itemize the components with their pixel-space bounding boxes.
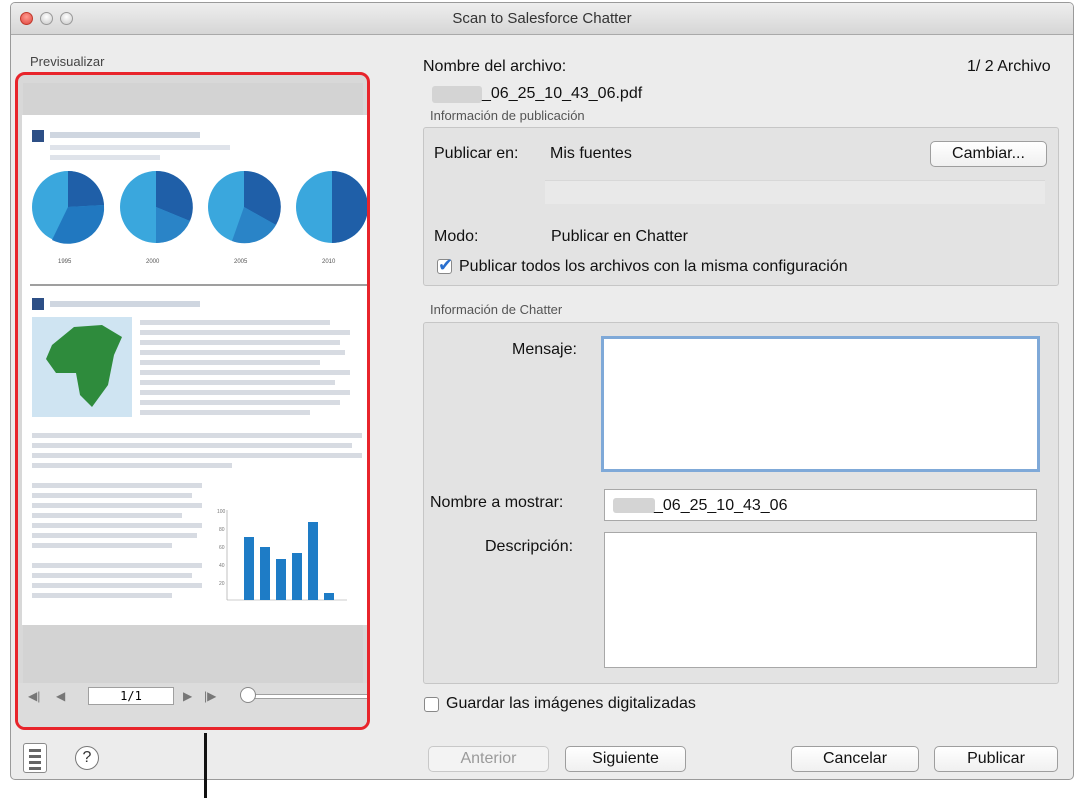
file-name-label: Nombre del archivo: [423, 58, 567, 75]
file-name-value: _06_25_10_43_06.pdf [482, 85, 643, 102]
save-images-checkbox[interactable] [424, 697, 439, 712]
pie-2000 [120, 170, 193, 244]
display-name-label: Nombre a mostrar: [430, 494, 564, 511]
previous-page-icon[interactable]: ◀ [56, 689, 65, 703]
checkmark-icon: ✔ [438, 255, 454, 275]
description-input[interactable] [604, 532, 1037, 668]
publish-in-label: Publicar en: [434, 145, 519, 162]
previous-button[interactable]: Anterior [428, 746, 549, 772]
next-button[interactable]: Siguiente [565, 746, 686, 772]
year-label-1995: 1995 [58, 259, 72, 265]
preview-callout-line [204, 733, 207, 798]
filename-redacted [432, 86, 482, 103]
preview-document-thumbnail: 1995 2000 2005 2010 100 80 60 40 20 [22, 115, 367, 625]
bar-tick-40: 40 [219, 563, 225, 569]
first-page-icon[interactable]: ◀︎| [28, 689, 40, 703]
preview-label: Previsualizar [30, 54, 105, 69]
display-name-value: _06_25_10_43_06 [654, 497, 788, 514]
year-label-2010: 2010 [322, 259, 336, 265]
cancel-button[interactable]: Cancelar [791, 746, 919, 772]
description-label: Descripción: [485, 538, 574, 555]
display-name-input[interactable]: _06_25_10_43_06 [604, 489, 1037, 521]
zoom-slider-handle[interactable] [240, 687, 256, 703]
preview-navigation-bar [18, 683, 367, 727]
file-counter: 1/ 2 Archivo [967, 58, 1051, 75]
publish-button[interactable]: Publicar [934, 746, 1058, 772]
mode-label: Modo: [434, 228, 479, 245]
document-graphic: 1995 2000 2005 2010 100 80 60 40 20 [30, 130, 367, 601]
page-number-field[interactable]: 1/1 [88, 687, 174, 705]
publish-in-value: Mis fuentes [550, 145, 632, 162]
last-page-icon[interactable]: |▶ [204, 689, 216, 703]
bar-tick-80: 80 [219, 527, 225, 533]
help-icon[interactable]: ? [75, 746, 99, 770]
chatter-group-label: Información de Chatter [430, 302, 563, 317]
mode-value: Publicar en Chatter [551, 228, 688, 245]
pie-2010 [296, 171, 367, 243]
publish-in-detail-area [545, 180, 1045, 204]
year-label-2000: 2000 [146, 259, 160, 265]
change-button[interactable]: Cambiar... [930, 141, 1047, 167]
next-page-icon[interactable]: ▶ [183, 689, 192, 703]
message-label: Mensaje: [512, 341, 577, 358]
thumbnail-list-icon[interactable] [23, 743, 47, 773]
title-bar: Scan to Salesforce Chatter [11, 3, 1073, 35]
save-images-label: Guardar las imágenes digitalizadas [446, 695, 696, 712]
same-config-checkbox[interactable]: ✔ [437, 255, 453, 275]
year-label-2005: 2005 [234, 259, 248, 265]
pie-2005 [208, 170, 281, 244]
message-input[interactable] [601, 336, 1040, 472]
bar-tick-60: 60 [219, 545, 225, 551]
zoom-slider-track[interactable] [250, 694, 367, 699]
same-config-label: Publicar todos los archivos con la misma… [459, 258, 848, 275]
preview-panel: 1995 2000 2005 2010 100 80 60 40 20 ◀︎| … [15, 72, 370, 730]
bar-tick-20: 20 [219, 581, 225, 587]
bar-tick-100: 100 [217, 509, 226, 515]
window-title: Scan to Salesforce Chatter [452, 10, 632, 27]
display-name-redacted [613, 498, 655, 513]
publication-group-label: Información de publicación [430, 108, 585, 123]
pie-1995 [32, 170, 105, 244]
